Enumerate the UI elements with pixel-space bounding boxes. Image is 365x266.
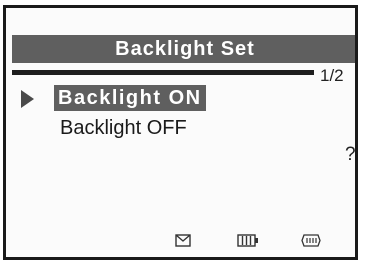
menu-item-backlight-on[interactable]: Backlight ON <box>54 85 206 111</box>
battery-icon <box>237 234 259 252</box>
help-indicator: ? <box>345 144 356 165</box>
title-divider <box>12 70 314 75</box>
connector-icon <box>301 234 321 252</box>
device-screen: Backlight Set 1/2 Backlight ON Backlight… <box>3 5 358 260</box>
screen-title-text: Backlight Set <box>115 37 255 60</box>
menu-item-backlight-off[interactable]: Backlight OFF <box>54 115 191 141</box>
selection-arrow-icon <box>21 90 34 108</box>
envelope-icon <box>175 234 191 252</box>
page-indicator: 1/2 <box>320 66 344 85</box>
screen-title: Backlight Set <box>12 35 355 63</box>
